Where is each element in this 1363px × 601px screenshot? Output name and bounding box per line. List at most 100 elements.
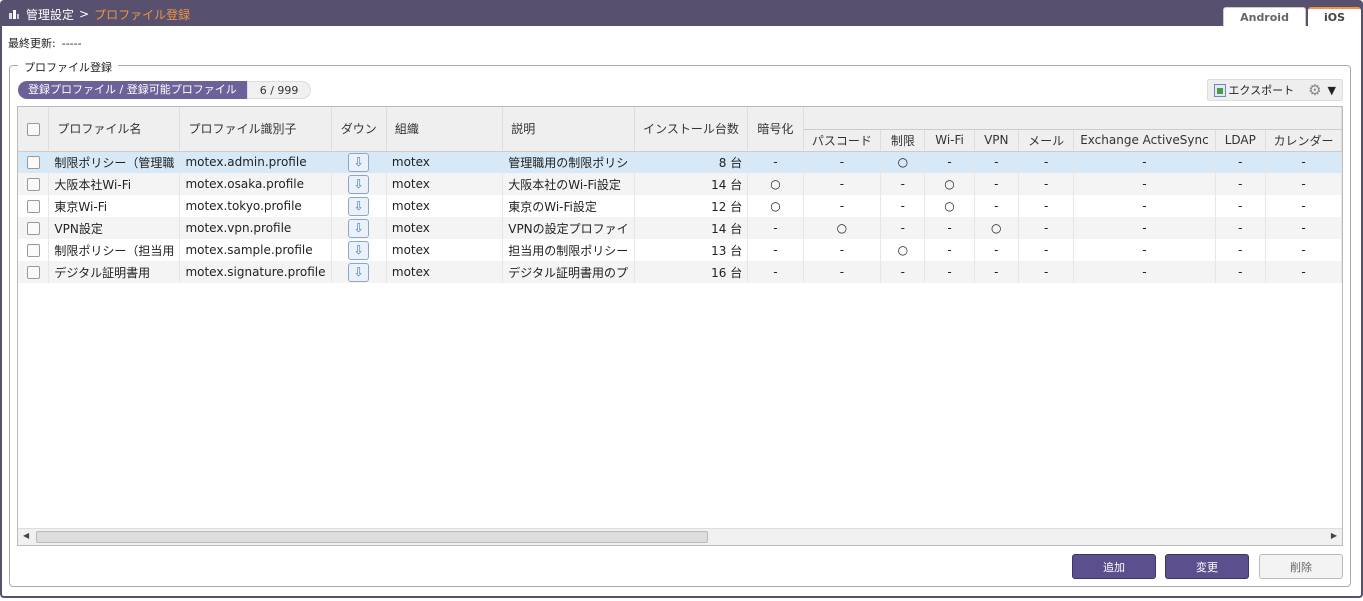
col-installs[interactable]: インストール台数: [634, 107, 749, 152]
cell-org: motex: [386, 239, 504, 261]
table-row[interactable]: デジタル証明書用 motex.signature.profile ⇩ motex…: [18, 261, 1342, 283]
col-wifi[interactable]: Wi-Fi: [924, 129, 975, 152]
col-ldap[interactable]: LDAP: [1215, 129, 1266, 152]
cell-calendar: -: [1265, 239, 1342, 261]
row-checkbox[interactable]: [26, 156, 40, 170]
row-checkbox-cell: [18, 217, 50, 239]
cell-encryption: -: [747, 261, 804, 283]
cell-description: デジタル証明書用のプ: [502, 261, 635, 283]
cell-name: VPN設定: [48, 217, 181, 239]
col-description[interactable]: 説明: [502, 107, 635, 152]
cell-encryption: -: [747, 217, 804, 239]
row-checkbox[interactable]: [26, 244, 40, 257]
cell-passcode: -: [803, 151, 882, 173]
col-encryption[interactable]: 暗号化: [747, 107, 804, 152]
col-mail[interactable]: メール: [1018, 129, 1075, 152]
export-icon: [1214, 83, 1227, 97]
row-checkbox-cell: [18, 261, 50, 283]
row-checkbox[interactable]: [26, 200, 40, 213]
title-bar: 管理設定 > プロファイル登録 Android iOS: [2, 2, 1361, 26]
cell-vpn: -: [974, 239, 1019, 261]
cell-restriction: -: [880, 195, 926, 217]
download-icon[interactable]: ⇩: [348, 218, 370, 238]
cell-wifi: ○: [924, 173, 975, 195]
cell-vpn: ○: [974, 217, 1019, 239]
col-calendar[interactable]: カレンダー: [1265, 129, 1342, 152]
delete-button[interactable]: 削除: [1259, 554, 1343, 579]
cell-installs: 16 台: [634, 261, 749, 283]
breadcrumb-separator: >: [79, 7, 90, 21]
download-icon[interactable]: ⇩: [348, 174, 370, 194]
scroll-right-icon[interactable]: ▶: [1331, 531, 1337, 540]
select-all-checkbox[interactable]: [26, 122, 40, 136]
table-row[interactable]: 制限ポリシー（管理職 motex.admin.profile ⇩ motex 管…: [18, 151, 1342, 173]
cell-download: ⇩: [331, 173, 387, 195]
cell-name: 制限ポリシー（担当用: [48, 239, 181, 261]
col-restriction[interactable]: 制限: [880, 129, 926, 152]
table-row[interactable]: VPN設定 motex.vpn.profile ⇩ motex VPNの設定プロ…: [18, 217, 1342, 239]
col-download[interactable]: ダウン: [331, 107, 387, 152]
col-name[interactable]: プロファイル名: [48, 107, 181, 152]
cell-exchange: -: [1073, 239, 1216, 261]
cell-vpn: -: [974, 173, 1019, 195]
cell-installs: 14 台: [634, 217, 749, 239]
cell-wifi: -: [924, 239, 975, 261]
cell-identifier: motex.vpn.profile: [179, 217, 332, 239]
cell-wifi: -: [924, 217, 975, 239]
cell-org: motex: [386, 261, 504, 283]
export-button[interactable]: エクスポート: [1214, 82, 1294, 98]
cell-identifier: motex.admin.profile: [179, 151, 332, 173]
download-icon[interactable]: ⇩: [348, 152, 370, 172]
col-vpn[interactable]: VPN: [974, 129, 1019, 152]
cell-description: 大阪本社のWi-Fi設定: [502, 173, 635, 195]
row-checkbox-cell: [18, 239, 50, 261]
table-row[interactable]: 大阪本社Wi-Fi motex.osaka.profile ⇩ motex 大阪…: [18, 173, 1342, 195]
cell-download: ⇩: [331, 239, 387, 261]
profile-table: プロファイル名 プロファイル識別子 ダウン 組織 説明 インストール台数 暗号化…: [17, 106, 1343, 546]
cell-mail: -: [1018, 173, 1075, 195]
row-checkbox-cell: [18, 173, 50, 195]
row-checkbox[interactable]: [26, 222, 40, 235]
add-button[interactable]: 追加: [1072, 554, 1156, 579]
cell-vpn: -: [974, 151, 1019, 173]
settings-icon: [9, 10, 19, 19]
tab-ios[interactable]: iOS: [1307, 7, 1361, 26]
cell-name: 制限ポリシー（管理職: [48, 151, 181, 173]
gear-icon[interactable]: ⚙: [1308, 81, 1321, 99]
col-org[interactable]: 組織: [386, 107, 504, 152]
col-passcode[interactable]: パスコード: [803, 129, 882, 152]
download-icon[interactable]: ⇩: [348, 196, 370, 216]
download-icon[interactable]: ⇩: [348, 262, 370, 282]
cell-ldap: -: [1215, 239, 1266, 261]
cell-exchange: -: [1073, 217, 1216, 239]
cell-vpn: -: [974, 195, 1019, 217]
cell-wifi: ○: [924, 195, 975, 217]
cell-org: motex: [386, 151, 504, 173]
cell-org: motex: [386, 217, 504, 239]
chevron-down-icon[interactable]: ▼: [1328, 84, 1336, 97]
download-icon[interactable]: ⇩: [348, 240, 370, 260]
cell-description: 東京のWi-Fi設定: [502, 195, 635, 217]
scrollbar-thumb[interactable]: [36, 531, 708, 543]
tab-android[interactable]: Android: [1223, 7, 1306, 26]
table-row[interactable]: 制限ポリシー（担当用 motex.sample.profile ⇩ motex …: [18, 239, 1342, 261]
table-row[interactable]: 東京Wi-Fi motex.tokyo.profile ⇩ motex 東京のW…: [18, 195, 1342, 217]
cell-mail: -: [1018, 195, 1075, 217]
cell-restriction: ○: [880, 239, 926, 261]
cell-ldap: -: [1215, 173, 1266, 195]
cell-description: VPNの設定プロファイ: [502, 217, 635, 239]
breadcrumb-parent[interactable]: 管理設定: [26, 6, 74, 23]
grid-toolbar: エクスポート ⚙ ▼: [1207, 79, 1343, 101]
col-exchange[interactable]: Exchange ActiveSync: [1073, 129, 1216, 152]
profile-count: 登録プロファイル / 登録可能プロファイル 6 / 999: [18, 81, 312, 99]
col-identifier[interactable]: プロファイル識別子: [179, 107, 332, 152]
export-label: エクスポート: [1228, 84, 1295, 97]
row-checkbox[interactable]: [26, 266, 40, 279]
edit-button[interactable]: 変更: [1165, 554, 1249, 579]
horizontal-scrollbar[interactable]: ◀ ▶: [18, 528, 1342, 545]
cell-name: デジタル証明書用: [48, 261, 181, 283]
cell-passcode: ○: [803, 217, 882, 239]
cell-download: ⇩: [331, 195, 387, 217]
scroll-left-icon[interactable]: ◀: [23, 531, 29, 540]
row-checkbox[interactable]: [26, 178, 40, 191]
